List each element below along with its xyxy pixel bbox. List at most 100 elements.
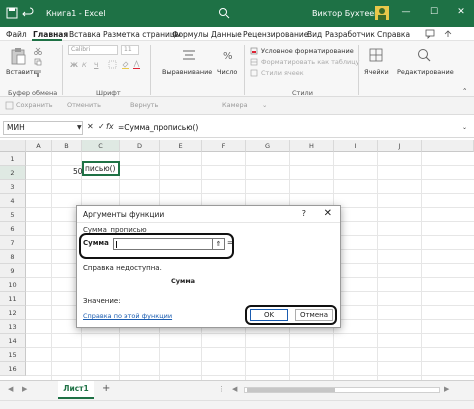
conditional-format-label[interactable]: Условное форматирование <box>261 47 354 55</box>
cancel-formula-icon[interactable]: ✕ <box>87 122 94 131</box>
underline-icon[interactable]: Ч <box>94 61 98 69</box>
cancel-button[interactable]: Отмена <box>295 309 333 321</box>
cut-icon[interactable] <box>34 47 42 55</box>
font-color-icon[interactable] <box>132 60 141 69</box>
borders-icon[interactable] <box>108 60 117 69</box>
next-sheet-icon[interactable]: ▶ <box>22 385 27 393</box>
help-icon[interactable]: ? <box>302 209 306 218</box>
font-name-select[interactable]: Calibri <box>68 45 118 55</box>
row-header[interactable]: 3 <box>0 180 26 194</box>
number-label[interactable]: Число <box>217 68 237 76</box>
cell-styles-icon[interactable] <box>250 69 258 77</box>
select-all-corner[interactable] <box>0 140 26 152</box>
sheet-options-icon[interactable]: ⋮ <box>218 385 225 393</box>
minimize-button[interactable]: — <box>400 6 412 18</box>
row-header[interactable]: 2 <box>0 166 26 180</box>
tab-formulas[interactable]: Формулы <box>172 30 209 39</box>
paste-label[interactable]: Вставить <box>6 68 37 76</box>
row-header[interactable]: 6 <box>0 222 26 236</box>
user-name[interactable]: Виктор Бухтеев <box>312 9 379 18</box>
qat-camera[interactable]: Камера <box>222 101 248 109</box>
number-format-icon[interactable]: % <box>221 47 237 63</box>
row-header[interactable]: 9 <box>0 264 26 278</box>
function-help-link[interactable]: Справка по этой функции <box>83 312 172 320</box>
row-header[interactable]: 16 <box>0 362 26 376</box>
tab-page-layout[interactable]: Разметка страницы <box>103 30 181 39</box>
ok-button[interactable]: OK <box>250 309 288 321</box>
column-header[interactable]: H <box>290 140 334 152</box>
close-button[interactable]: ✕ <box>455 6 467 18</box>
sheet-tab[interactable]: Лист1 <box>58 381 94 399</box>
scrollbar-thumb[interactable] <box>247 388 335 392</box>
collapse-dialog-icon[interactable]: ⇑ <box>213 238 225 250</box>
tab-help[interactable]: Справка <box>377 30 410 39</box>
name-box[interactable]: МИН <box>3 121 83 135</box>
tab-developer[interactable]: Разработчик <box>325 30 375 39</box>
tab-file[interactable]: Файл <box>6 30 27 39</box>
insert-function-icon[interactable]: fx <box>106 122 114 131</box>
row-header[interactable]: 12 <box>0 306 26 320</box>
scroll-left-icon[interactable]: ◀ <box>232 385 237 393</box>
column-header[interactable]: C <box>82 140 120 152</box>
chevron-down-icon[interactable]: ▼ <box>77 124 82 131</box>
tab-data[interactable]: Данные <box>211 30 242 39</box>
column-header[interactable]: B <box>52 140 82 152</box>
conditional-format-icon[interactable] <box>250 47 258 55</box>
search-icon[interactable] <box>218 7 230 19</box>
row-header[interactable]: 4 <box>0 194 26 208</box>
tab-insert[interactable]: Вставка <box>69 30 101 39</box>
format-table-icon[interactable] <box>250 58 258 66</box>
prev-sheet-icon[interactable]: ◀ <box>8 385 13 393</box>
active-cell-c2[interactable]: писью() <box>82 161 120 176</box>
paste-icon[interactable] <box>10 47 26 65</box>
column-header[interactable]: J <box>378 140 422 152</box>
column-header[interactable]: E <box>160 140 202 152</box>
comment-icon[interactable] <box>425 29 435 39</box>
dialog-title-bar[interactable]: Аргументы функции ? ✕ <box>77 206 340 223</box>
save-icon[interactable] <box>6 7 18 19</box>
row-header[interactable]: 8 <box>0 250 26 264</box>
font-size-select[interactable]: 11 <box>121 45 139 55</box>
row-header[interactable]: 5 <box>0 208 26 222</box>
row-header[interactable]: 1 <box>0 152 26 166</box>
alignment-label[interactable]: Выравнивание <box>162 68 212 76</box>
search-icon[interactable] <box>416 47 432 63</box>
cells-label[interactable]: Ячейки <box>364 68 389 76</box>
tab-review[interactable]: Рецензирование <box>243 30 308 39</box>
column-header[interactable]: A <box>26 140 52 152</box>
close-icon[interactable]: ✕ <box>324 208 332 219</box>
scroll-right-icon[interactable]: ▶ <box>444 385 449 393</box>
qat-save[interactable]: Сохранить <box>16 101 53 109</box>
row-header[interactable]: 11 <box>0 292 26 306</box>
maximize-button[interactable]: ☐ <box>428 6 440 18</box>
alignment-icon[interactable] <box>181 47 197 63</box>
row-header[interactable]: 13 <box>0 320 26 334</box>
avatar[interactable] <box>375 6 389 20</box>
expand-formula-icon[interactable]: ⌄ <box>462 124 467 131</box>
qat-customize[interactable]: ⌄ <box>262 101 267 109</box>
argument-input[interactable] <box>113 238 213 250</box>
editing-label[interactable]: Редактирование <box>397 68 454 76</box>
tab-home[interactable]: Главная <box>33 30 68 39</box>
collapse-ribbon-icon[interactable]: ⌃ <box>462 87 467 95</box>
row-header[interactable]: 15 <box>0 348 26 362</box>
confirm-formula-icon[interactable]: ✓ <box>98 122 105 131</box>
cell-styles-label[interactable]: Стили ячеек <box>261 69 304 77</box>
qat-undo[interactable]: Отменить <box>67 101 101 109</box>
row-header[interactable]: 14 <box>0 334 26 348</box>
share-icon[interactable] <box>443 29 453 39</box>
italic-icon[interactable]: К <box>82 61 87 69</box>
save-icon[interactable] <box>5 101 14 110</box>
format-table-label[interactable]: Форматировать как таблицу <box>261 58 360 66</box>
format-painter-icon[interactable] <box>34 69 42 77</box>
column-header[interactable]: G <box>246 140 290 152</box>
bold-icon[interactable]: Ж <box>70 61 78 69</box>
add-sheet-button[interactable]: + <box>102 383 110 394</box>
column-header[interactable]: I <box>334 140 378 152</box>
cells-icon[interactable] <box>368 47 384 63</box>
row-header[interactable]: 10 <box>0 278 26 292</box>
fill-color-icon[interactable] <box>121 60 130 69</box>
row-header[interactable]: 7 <box>0 236 26 250</box>
formula-input[interactable]: =Сумма_прописью() <box>118 123 198 132</box>
column-header[interactable]: F <box>202 140 246 152</box>
